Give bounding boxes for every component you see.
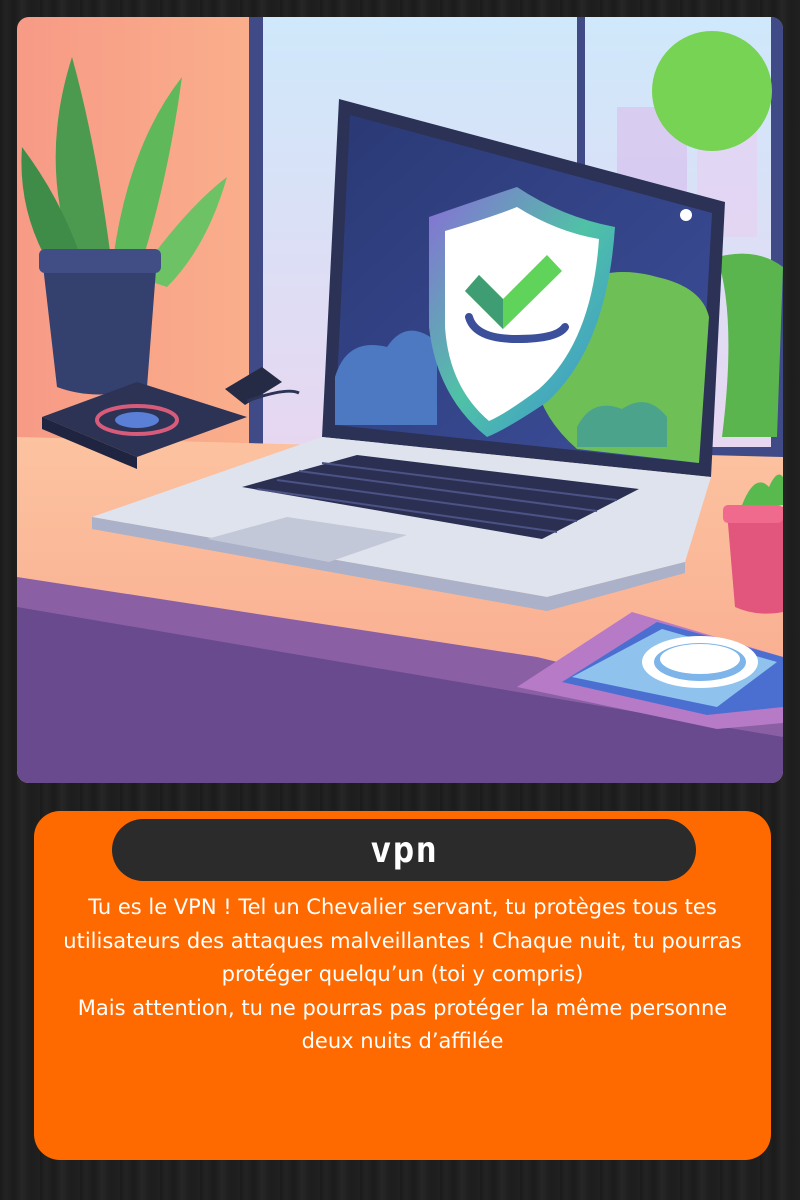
role-panel: vpn Tu es le VPN ! Tel un Chevalier serv… (34, 811, 771, 1160)
role-title-pill: vpn (112, 819, 696, 881)
role-description: Tu es le VPN ! Tel un Chevalier servant,… (63, 895, 742, 1053)
status-dot (652, 31, 772, 151)
role-title: vpn (369, 829, 439, 871)
